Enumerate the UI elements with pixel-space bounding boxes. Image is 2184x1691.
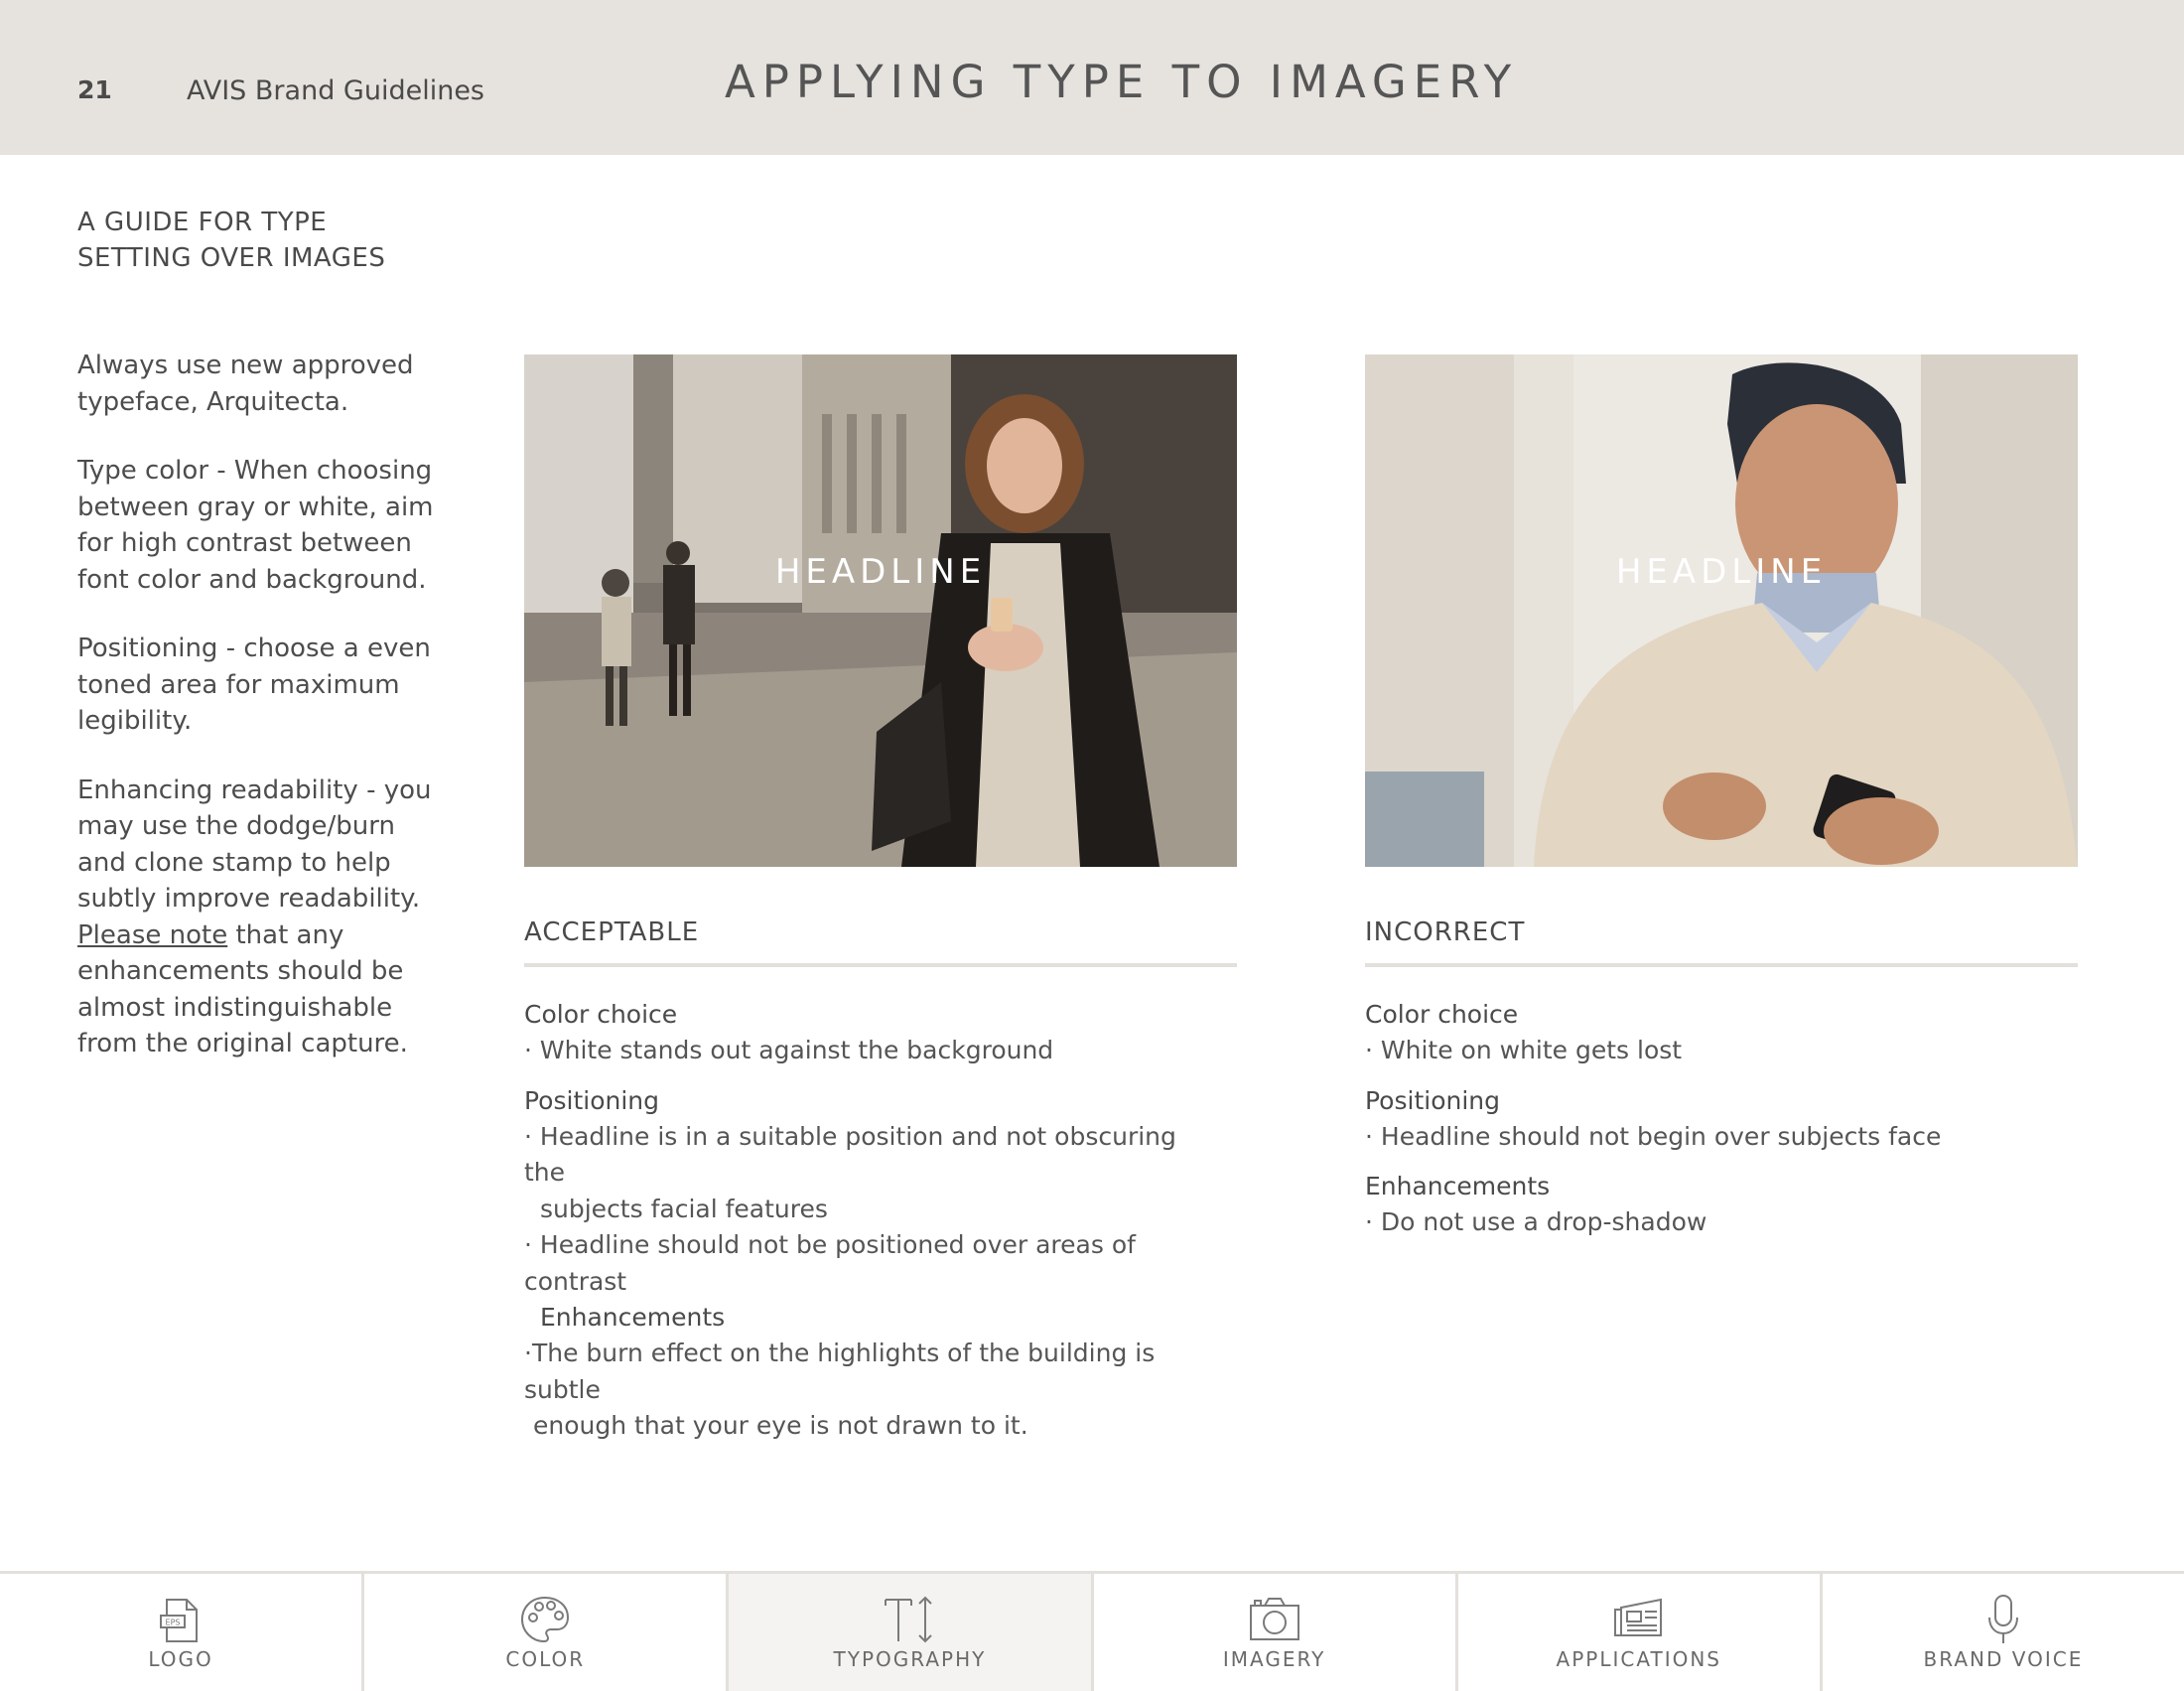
acceptable-example-photo: HEADLINE <box>524 354 1237 867</box>
page-title: APPLYING TYPE TO IMAGERY <box>725 56 1519 108</box>
nav-label-imagery: IMAGERY <box>1222 1647 1326 1671</box>
brand-label: AVIS Brand Guidelines <box>187 75 484 106</box>
nav-label-typography: TYPOGRAPHY <box>833 1647 987 1671</box>
color-choice-note: · White stands out against the backgroun… <box>524 1036 1054 1064</box>
acceptable-heading: ACCEPTABLE <box>524 917 1237 967</box>
guidance-paragraph-type-color: Type color - When choosing between gray … <box>77 456 434 595</box>
positioning-note-1: · Headline is in a suitable position and… <box>524 1121 1176 1188</box>
positioning-note-1: · Headline should not begin over subject… <box>1365 1121 1942 1151</box>
newspaper-icon <box>1613 1598 1662 1636</box>
street-scene-illustration <box>524 354 1237 867</box>
nav-item-typography[interactable]: TYPOGRAPHY <box>729 1574 1094 1691</box>
enhancements-note-cont: enough that your eye is not drawn to it. <box>533 1411 1028 1440</box>
enhancements-note: ·The burn effect on the highlights of th… <box>524 1339 1156 1404</box>
please-note-link[interactable]: Please note <box>77 920 227 950</box>
section-nav: EPS LOGO COLOR TYPOGRAPHY IMAGERY APPLIC… <box>0 1571 2184 1691</box>
nav-item-color[interactable]: COLOR <box>364 1574 730 1691</box>
palette-icon <box>521 1596 570 1643</box>
guide-title: A GUIDE FOR TYPE SETTING OVER IMAGES <box>77 205 435 276</box>
color-choice-note: · White on white gets lost <box>1365 1036 1683 1064</box>
microphone-icon <box>1987 1595 2018 1643</box>
positioning-note-2: · Headline should not be positioned over… <box>524 1230 1136 1296</box>
headline-overlay-text: HEADLINE <box>774 552 987 592</box>
headline-overlay-text: HEADLINE <box>1615 552 1828 592</box>
guide-title-line2: SETTING OVER IMAGES <box>77 243 386 273</box>
guidance-text: Always use new approved typeface, Arquit… <box>77 348 435 1095</box>
positioning-title: Positioning <box>524 1085 659 1115</box>
camera-icon <box>1249 1598 1299 1640</box>
page-header: 21 AVIS Brand Guidelines APPLYING TYPE T… <box>0 0 2184 155</box>
enhancements-title: Enhancements <box>540 1303 726 1332</box>
nav-item-applications[interactable]: APPLICATIONS <box>1458 1574 1823 1691</box>
incorrect-heading: INCORRECT <box>1365 917 2078 967</box>
guide-title-line1: A GUIDE FOR TYPE <box>77 208 328 237</box>
incorrect-example-photo: HEADLINE <box>1365 354 2078 867</box>
brand-name: AVIS <box>187 75 247 106</box>
guidance-paragraph-typeface: Always use new approved typeface, Arquit… <box>77 351 414 417</box>
brand-suffix: Brand Guidelines <box>246 75 484 106</box>
positioning-title: Positioning <box>1365 1085 1500 1115</box>
nav-item-imagery[interactable]: IMAGERY <box>1094 1574 1458 1691</box>
text-size-icon <box>885 1596 933 1643</box>
color-choice-title: Color choice <box>1365 1000 1519 1029</box>
page-number: 21 <box>77 75 112 104</box>
readability-text-start: Enhancing readability - you may use the … <box>77 775 432 915</box>
positioning-note-1-cont: subjects facial features <box>540 1194 828 1223</box>
nav-item-brand-voice[interactable]: BRAND VOICE <box>1823 1574 2184 1691</box>
incorrect-notes: Color choice · White on white gets lost … <box>1365 997 2060 1241</box>
svg-text:EPS: EPS <box>166 1619 181 1627</box>
man-with-phone-illustration <box>1365 354 2078 867</box>
nav-label-brand-voice: BRAND VOICE <box>1923 1647 2084 1671</box>
guidance-paragraph-positioning: Positioning - choose a even toned area f… <box>77 634 464 736</box>
nav-label-applications: APPLICATIONS <box>1556 1647 1721 1671</box>
color-choice-title: Color choice <box>524 1000 678 1029</box>
guidance-paragraph-readability: Enhancing readability - you may use the … <box>77 773 435 1062</box>
enhancements-title: Enhancements <box>1365 1172 1551 1200</box>
nav-item-logo[interactable]: EPS LOGO <box>0 1574 365 1691</box>
enhancements-note: · Do not use a drop-shadow <box>1365 1207 1707 1236</box>
nav-label-logo: LOGO <box>148 1647 213 1671</box>
nav-label-color: COLOR <box>505 1647 586 1671</box>
acceptable-notes: Color choice · White stands out against … <box>524 997 1219 1445</box>
eps-file-icon: EPS <box>160 1599 199 1642</box>
